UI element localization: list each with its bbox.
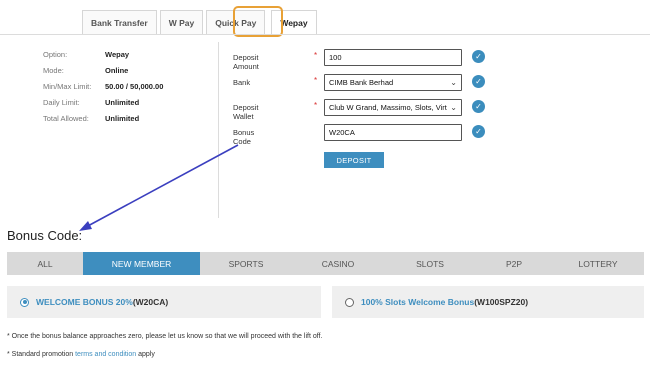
bonus-name: WELCOME BONUS 20% bbox=[36, 297, 133, 307]
category-slots[interactable]: SLOTS bbox=[384, 252, 476, 275]
bonus-option-slots[interactable]: 100% Slots Welcome Bonus (W100SPZ20) bbox=[332, 286, 644, 318]
category-new-member[interactable]: NEW MEMBER bbox=[83, 252, 200, 275]
terms-link[interactable]: terms and condition bbox=[75, 351, 136, 358]
annotation-arrow bbox=[79, 144, 239, 231]
bonus-code-title: Bonus Code: bbox=[7, 228, 83, 243]
category-casino[interactable]: CASINO bbox=[292, 252, 384, 275]
arrow-line bbox=[85, 144, 239, 228]
category-sports[interactable]: SPORTS bbox=[200, 252, 292, 275]
bonus-code: (W20CA) bbox=[132, 297, 169, 307]
terms-suffix: apply bbox=[136, 351, 155, 358]
bonus-name: 100% Slots Welcome Bonus bbox=[361, 297, 475, 307]
bonus-note-terms: * Standard promotion terms and condition… bbox=[7, 351, 155, 358]
radio-unselected[interactable] bbox=[345, 297, 354, 307]
bonus-option-welcome[interactable]: WELCOME BONUS 20% (W20CA) bbox=[7, 286, 321, 318]
category-lottery[interactable]: LOTTERY bbox=[552, 252, 644, 275]
terms-prefix: * Standard promotion bbox=[7, 351, 76, 358]
category-all[interactable]: ALL bbox=[7, 252, 83, 275]
bonus-note-balance: * Once the bonus balance approaches zero… bbox=[7, 333, 323, 340]
bonus-category-bar: ALL NEW MEMBER SPORTS CASINO SLOTS P2P L… bbox=[7, 252, 644, 275]
radio-selected[interactable] bbox=[20, 297, 29, 307]
bonus-code: (W100SPZ20) bbox=[474, 297, 529, 307]
category-p2p[interactable]: P2P bbox=[476, 252, 552, 275]
